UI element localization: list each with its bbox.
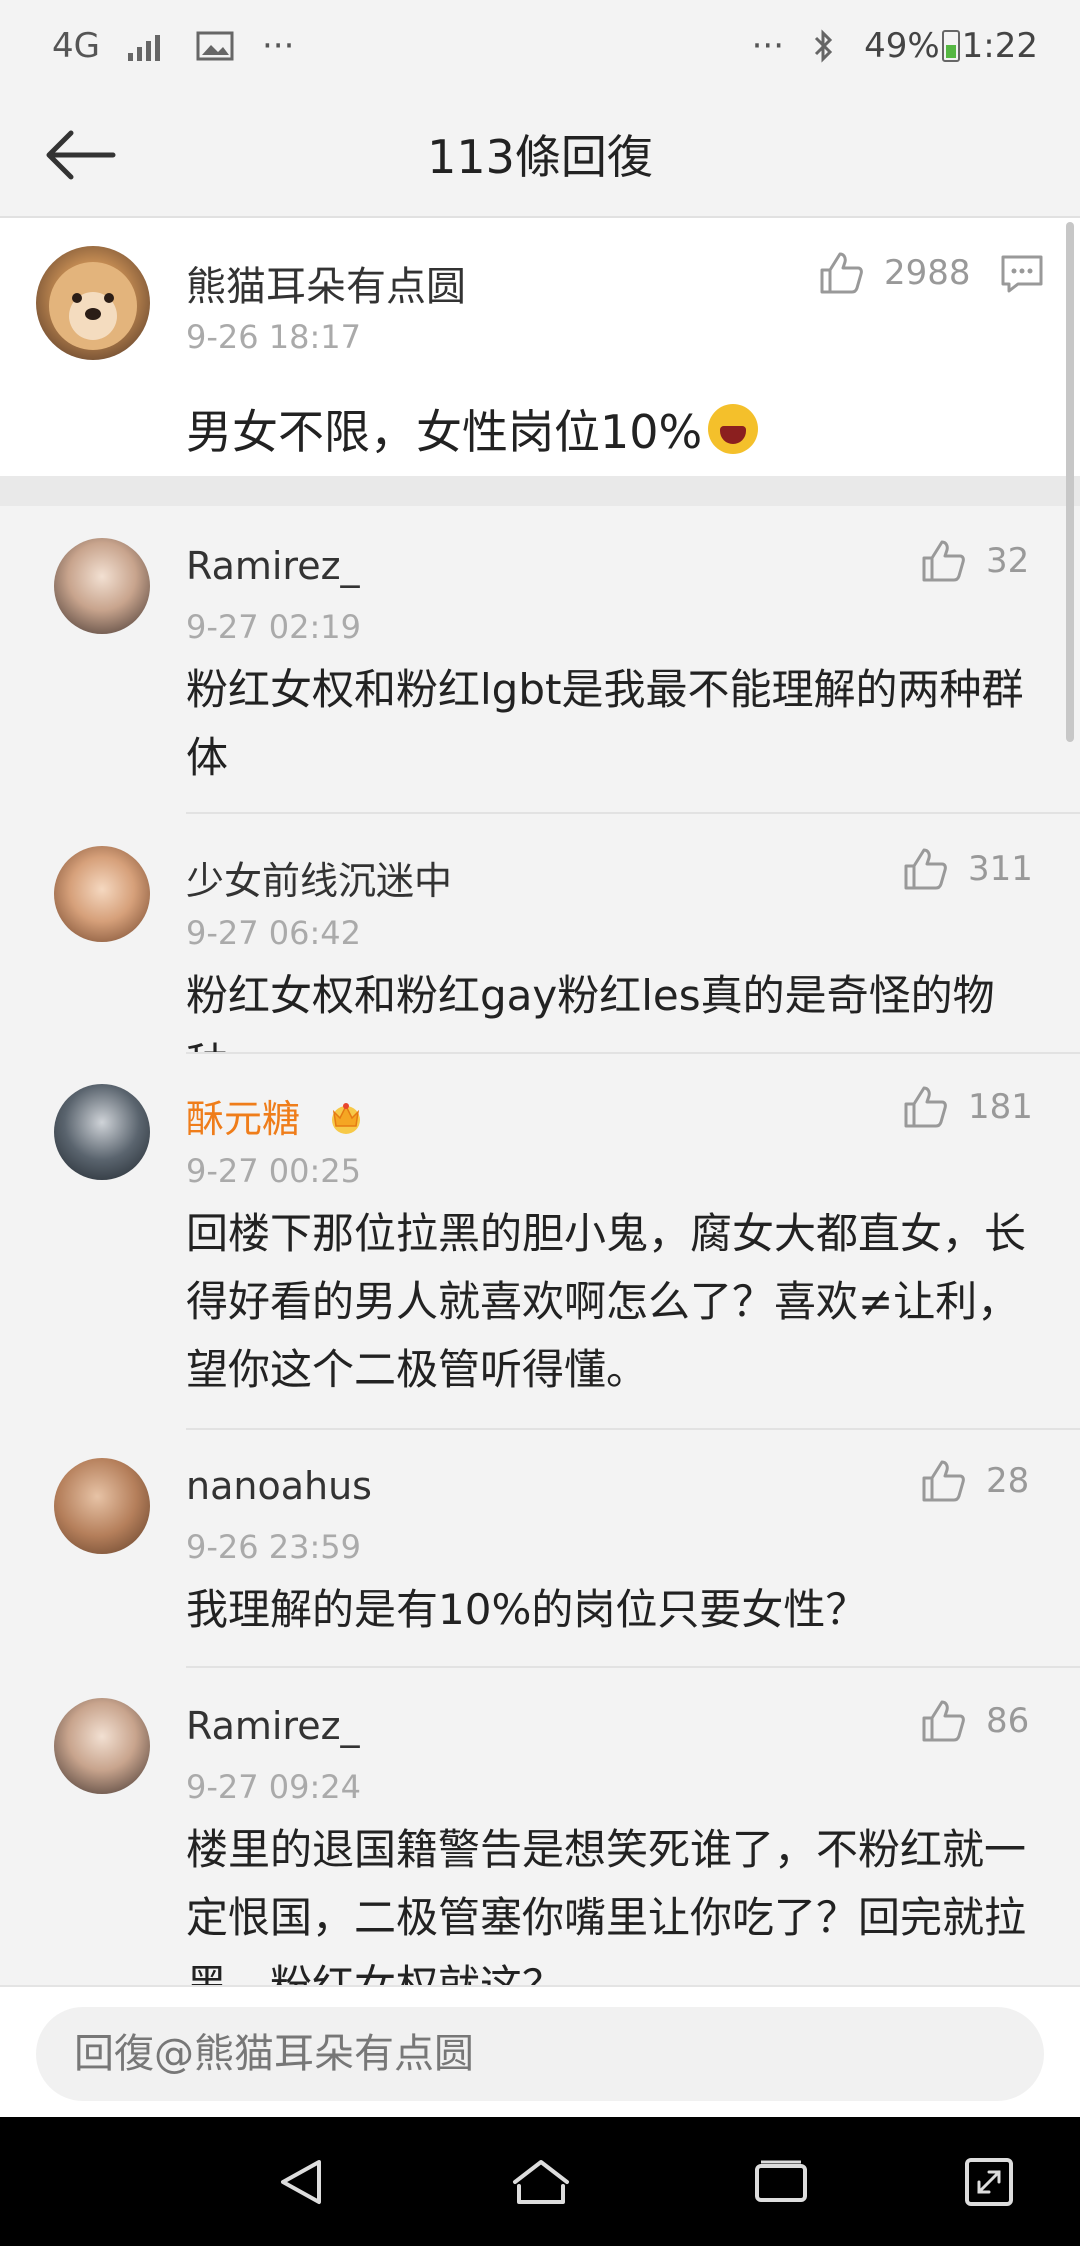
list-item: 酥元糖 9-27 00:25 回楼下那位拉黑的胆小鬼，腐女大都直女，长得好看的男… bbox=[0, 1054, 1080, 1430]
section-separator bbox=[0, 476, 1080, 506]
comment-text: 男女不限，女性岗位10% bbox=[186, 396, 759, 462]
reply-time: 9-27 09:24 bbox=[186, 1768, 362, 1806]
like-count: 181 bbox=[968, 1087, 1033, 1127]
thumbs-up-icon bbox=[922, 1460, 965, 1502]
system-nav-bar bbox=[0, 2117, 1080, 2246]
reply-time: 9-27 00:25 bbox=[186, 1152, 362, 1190]
thumbs-up-icon bbox=[922, 540, 965, 582]
like-count: 32 bbox=[986, 541, 1030, 581]
like-button[interactable]: 28 bbox=[920, 1458, 1029, 1504]
main-comment: 熊猫耳朵有点圆 9-26 18:17 男女不限，女性岗位10% 2988 bbox=[0, 218, 1080, 476]
signal-icon bbox=[127, 31, 168, 61]
network-icon: 4G bbox=[52, 26, 100, 66]
image-icon bbox=[196, 31, 234, 61]
avatar[interactable] bbox=[54, 1458, 150, 1554]
nav-expand-icon[interactable] bbox=[954, 2147, 1024, 2217]
reply-author[interactable]: Ramirez_ bbox=[186, 1704, 360, 1748]
reply-author[interactable]: 少女前线沉迷中 bbox=[186, 850, 452, 905]
avatar[interactable] bbox=[54, 1084, 150, 1180]
comment-time: 9-26 18:17 bbox=[186, 318, 362, 356]
like-button[interactable]: 2988 bbox=[818, 250, 971, 296]
like-count: 2988 bbox=[884, 253, 971, 293]
crown-icon bbox=[332, 1103, 361, 1134]
comment-text-content: 男女不限，女性岗位10% bbox=[186, 405, 703, 459]
avatar[interactable] bbox=[54, 846, 150, 942]
reply-author[interactable]: 酥元糖 bbox=[186, 1088, 366, 1143]
reply-time: 9-26 23:59 bbox=[186, 1528, 362, 1566]
reply-text: 回楼下那位拉黑的胆小鬼，腐女大都直女，长得好看的男人就喜欢啊怎么了？喜欢≠让利，… bbox=[186, 1209, 1027, 1394]
like-count: 86 bbox=[986, 1701, 1030, 1741]
scrollbar[interactable] bbox=[1066, 222, 1074, 742]
list-item: nanoahus 9-26 23:59 我理解的是有10%的岗位只要女性？ 28 bbox=[0, 1430, 1080, 1668]
nav-back-icon[interactable] bbox=[266, 2147, 336, 2217]
battery-icon bbox=[941, 30, 960, 62]
nav-home-icon[interactable] bbox=[506, 2147, 576, 2217]
avatar[interactable] bbox=[54, 1698, 150, 1794]
thumbs-up-icon bbox=[904, 1086, 947, 1128]
reply-time: 9-27 06:42 bbox=[186, 914, 362, 952]
like-count: 311 bbox=[968, 849, 1033, 889]
like-button[interactable]: 86 bbox=[920, 1698, 1029, 1744]
list-item: 少女前线沉迷中 9-27 06:42 粉红女权和粉红gay粉红les真的是奇怪的… bbox=[0, 814, 1080, 1088]
reply-text: 我理解的是有10%的岗位只要女性？ bbox=[186, 1585, 868, 1634]
thumbs-up-icon bbox=[904, 848, 947, 890]
reply-text: 粉红女权和粉红lgbt是我最不能理解的两种群体 bbox=[186, 665, 1024, 782]
page-title: 113條回復 bbox=[427, 130, 653, 184]
avatar[interactable] bbox=[54, 538, 150, 634]
more-left-icon: ··· bbox=[261, 26, 295, 66]
comment-icon[interactable] bbox=[1000, 254, 1044, 298]
reply-input[interactable] bbox=[36, 2007, 1044, 2101]
reply-author-name: 酥元糖 bbox=[186, 1097, 301, 1141]
bluetooth-icon bbox=[812, 28, 836, 64]
list-item: Ramirez_ 9-27 02:19 粉红女权和粉红lgbt是我最不能理解的两… bbox=[0, 506, 1080, 814]
thumbs-up-icon bbox=[922, 1700, 965, 1742]
laughing-emoji-icon bbox=[708, 404, 759, 454]
status-bar: 4G ··· ··· 49% 1:22 bbox=[0, 0, 1080, 92]
like-count: 28 bbox=[986, 1461, 1030, 1501]
list-item: Ramirez_ 9-27 09:24 楼里的退国籍警告是想笑死谁了，不粉红就一… bbox=[0, 1668, 1080, 1985]
reply-time: 9-27 02:19 bbox=[186, 608, 362, 646]
reply-input-bar bbox=[0, 1985, 1080, 2117]
header-bar: 113條回復 bbox=[0, 92, 1080, 218]
nav-recents-icon[interactable] bbox=[746, 2147, 816, 2217]
thumbs-up-icon bbox=[820, 252, 863, 294]
reply-text: 楼里的退国籍警告是想笑死谁了，不粉红就一定恨国，二极管塞你嘴里让你吃了？回完就拉… bbox=[186, 1825, 1027, 1985]
comment-author[interactable]: 熊猫耳朵有点圆 bbox=[186, 254, 466, 312]
like-button[interactable]: 181 bbox=[902, 1084, 1033, 1130]
like-button[interactable]: 311 bbox=[902, 846, 1033, 892]
reply-author[interactable]: nanoahus bbox=[186, 1464, 372, 1508]
clock: 1:22 bbox=[961, 26, 1038, 66]
back-arrow-icon[interactable] bbox=[40, 118, 120, 192]
battery-percent: 49% bbox=[864, 26, 940, 66]
reply-author[interactable]: Ramirez_ bbox=[186, 544, 360, 588]
like-button[interactable]: 32 bbox=[920, 538, 1029, 584]
more-right-icon: ··· bbox=[751, 26, 785, 66]
avatar[interactable] bbox=[36, 246, 150, 360]
